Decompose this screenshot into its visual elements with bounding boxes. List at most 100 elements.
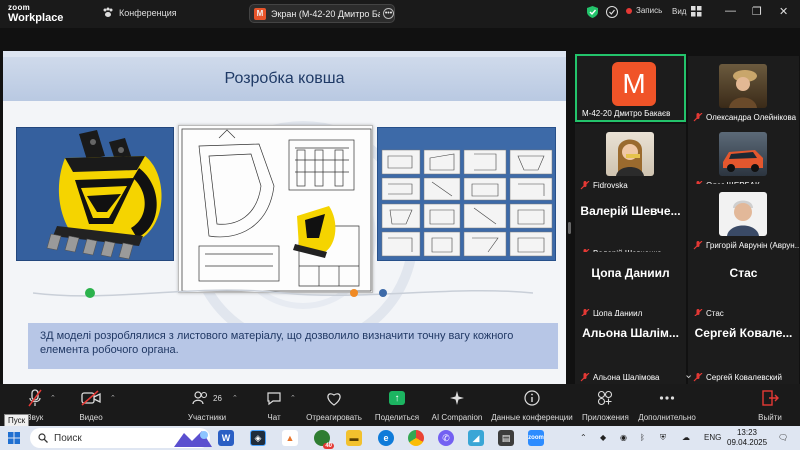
video-off-icon bbox=[81, 390, 101, 406]
participant-tile-presenter[interactable]: М М-42-20 Дмитро Бакаєв bbox=[575, 54, 686, 122]
share-screen-button[interactable]: ↑ Поделиться bbox=[374, 388, 420, 422]
viber-icon[interactable]: ✆ bbox=[438, 430, 454, 446]
chevron-down-icon[interactable]: ⌄ bbox=[684, 368, 693, 381]
app-tray-icon[interactable]: ◉ bbox=[620, 433, 627, 442]
bluetooth-tray-icon[interactable]: ᛒ bbox=[640, 433, 645, 442]
restore-icon[interactable]: ❐ bbox=[752, 5, 762, 18]
taskbar-clock[interactable]: 13:23 09.04.2025 bbox=[727, 428, 767, 448]
mic-off-icon bbox=[28, 389, 42, 407]
react-label: Отреагировать bbox=[306, 413, 362, 422]
word-app-icon[interactable]: W bbox=[218, 430, 234, 446]
participant-tile[interactable]: Стас Стас bbox=[688, 252, 799, 320]
view-button[interactable]: Вид bbox=[672, 6, 702, 17]
zoom-logo: zoom Workplace bbox=[8, 3, 64, 24]
participant-big-name: Валерій Шевче... bbox=[580, 204, 681, 218]
video-options-caret[interactable]: ⌃ bbox=[110, 394, 116, 402]
participant-name-text: М-42-20 Дмитро Бакаєв bbox=[582, 109, 671, 118]
conference-label: Конференция bbox=[119, 7, 177, 18]
clock-date: 09.04.2025 bbox=[727, 438, 768, 447]
participant-tile[interactable]: Валерій Шевче... Валерій Шевченко bbox=[575, 192, 686, 260]
apps-button[interactable]: Приложения bbox=[582, 388, 629, 422]
minimize-icon[interactable]: — bbox=[725, 5, 736, 17]
more-button[interactable]: Дополнительно bbox=[638, 388, 696, 422]
screen-share-chip[interactable]: M Экран (М-42-20 Дмитро Бакаєв ••• bbox=[249, 4, 395, 23]
record-label: Запись bbox=[636, 6, 663, 15]
chat-label: Чат bbox=[267, 413, 281, 422]
close-icon[interactable]: ✕ bbox=[779, 5, 788, 18]
chat-button[interactable]: Чат bbox=[262, 388, 286, 422]
shared-screen-stage: Розробка ковша 3Д моделі розроблялися з … bbox=[0, 28, 570, 398]
participant-tile[interactable]: Fidrovska bbox=[575, 124, 686, 192]
participant-big-name: Цопа Даниил bbox=[591, 266, 670, 280]
participant-tile[interactable]: Сергей Ковале... Сергей Ковалевский bbox=[688, 316, 799, 384]
search-icon bbox=[38, 433, 48, 443]
search-placeholder: Поиск bbox=[54, 432, 82, 444]
record-dot-icon bbox=[626, 7, 632, 14]
participant-name: Fidrovska bbox=[580, 181, 628, 190]
antivirus-tray-icon[interactable]: ◆ bbox=[600, 433, 606, 442]
participant-tile[interactable]: Альона Шалім... Альона Шалімова bbox=[575, 316, 686, 384]
tray-overflow-icon[interactable]: ⌃ bbox=[580, 433, 587, 442]
app-icon[interactable]: ◢ bbox=[468, 430, 484, 446]
panel-resize-handle[interactable] bbox=[568, 222, 571, 234]
participant-name: Сергей Ковалевский bbox=[693, 373, 782, 382]
security-check-icon[interactable] bbox=[606, 6, 618, 18]
security-tray-icon[interactable]: ⛨ bbox=[660, 433, 666, 443]
participant-tile[interactable]: Олександра Олейнікова bbox=[688, 56, 799, 124]
paw-icon bbox=[103, 7, 113, 17]
app-icon[interactable]: ◈ bbox=[250, 430, 266, 446]
winrar-icon[interactable]: ▤ bbox=[498, 430, 514, 446]
participant-photo bbox=[719, 64, 767, 108]
meeting-info-label: Данные конференции bbox=[491, 413, 573, 422]
participant-name: Олександра Олейнікова bbox=[693, 113, 796, 122]
participant-name-text: Fidrovska bbox=[593, 181, 628, 190]
edge-icon[interactable]: e bbox=[378, 430, 394, 446]
chat-options-caret[interactable]: ⌃ bbox=[290, 394, 296, 402]
ai-companion-button[interactable]: AI Companion bbox=[431, 388, 483, 422]
app-icon[interactable]: 40 bbox=[314, 430, 334, 449]
zoom-app-icon[interactable]: zoom bbox=[528, 430, 544, 446]
meeting-toolbar: Звук ⌃ Видео ⌃ 26 Участники ⌃ Чат ⌃ Отре… bbox=[0, 384, 800, 426]
notifications-icon[interactable]: 🗨 bbox=[778, 433, 788, 442]
windows-start-icon[interactable] bbox=[8, 432, 20, 444]
sheet-parts-drawings-image bbox=[377, 127, 556, 261]
participants-gallery: М М-42-20 Дмитро Бакаєв Олександра Олейн… bbox=[573, 48, 800, 384]
cloud-tray-icon[interactable]: ☁ bbox=[682, 433, 690, 442]
view-label: Вид bbox=[672, 7, 687, 16]
matlab-icon[interactable]: ▲ bbox=[282, 430, 298, 446]
file-explorer-icon[interactable]: ▬ bbox=[346, 430, 362, 446]
mic-off-icon bbox=[693, 241, 703, 250]
participant-tile[interactable]: Григорій Аврунін (Аврун... bbox=[688, 184, 799, 252]
meeting-info-button[interactable]: Данные конференции bbox=[490, 388, 574, 422]
logo-line-2: Workplace bbox=[8, 12, 64, 24]
more-options-icon[interactable]: ••• bbox=[383, 8, 394, 19]
mic-off-icon bbox=[693, 373, 703, 382]
react-button[interactable]: Отреагировать bbox=[306, 388, 362, 422]
record-indicator[interactable]: Запись bbox=[626, 6, 662, 15]
leave-button[interactable]: Выйти bbox=[756, 388, 784, 422]
heart-icon bbox=[327, 392, 341, 406]
video-label: Видео bbox=[79, 413, 103, 422]
clock-time: 13:23 bbox=[736, 428, 758, 437]
chat-icon bbox=[267, 391, 281, 405]
participants-button[interactable]: 26 Участники bbox=[186, 388, 228, 422]
participant-tile[interactable]: Олег ЩЕРБАК bbox=[688, 124, 799, 192]
video-button[interactable]: Видео bbox=[76, 388, 106, 422]
slide-title: Розробка ковша bbox=[224, 70, 345, 87]
sparkle-icon bbox=[450, 391, 464, 405]
participants-label: Участники bbox=[187, 413, 227, 422]
participants-options-caret[interactable]: ⌃ bbox=[232, 394, 238, 402]
exit-icon bbox=[762, 390, 779, 406]
language-indicator[interactable]: ENG bbox=[704, 433, 721, 442]
participant-photo bbox=[719, 192, 767, 236]
chrome-icon[interactable] bbox=[408, 430, 424, 446]
participant-big-name: Стас bbox=[729, 266, 758, 280]
audio-options-caret[interactable]: ⌃ bbox=[50, 394, 56, 402]
shield-icon[interactable] bbox=[587, 6, 598, 18]
more-label: Дополнительно bbox=[638, 413, 696, 422]
search-highlight-art bbox=[174, 431, 212, 447]
conference-tab[interactable]: Конференция bbox=[102, 7, 177, 18]
presentation-slide: Розробка ковша 3Д моделі розроблялися з … bbox=[3, 51, 566, 398]
participant-tile[interactable]: Цопа Даниил Цопа Даниил bbox=[575, 252, 686, 320]
bucket-technical-drawing-image bbox=[178, 125, 373, 293]
